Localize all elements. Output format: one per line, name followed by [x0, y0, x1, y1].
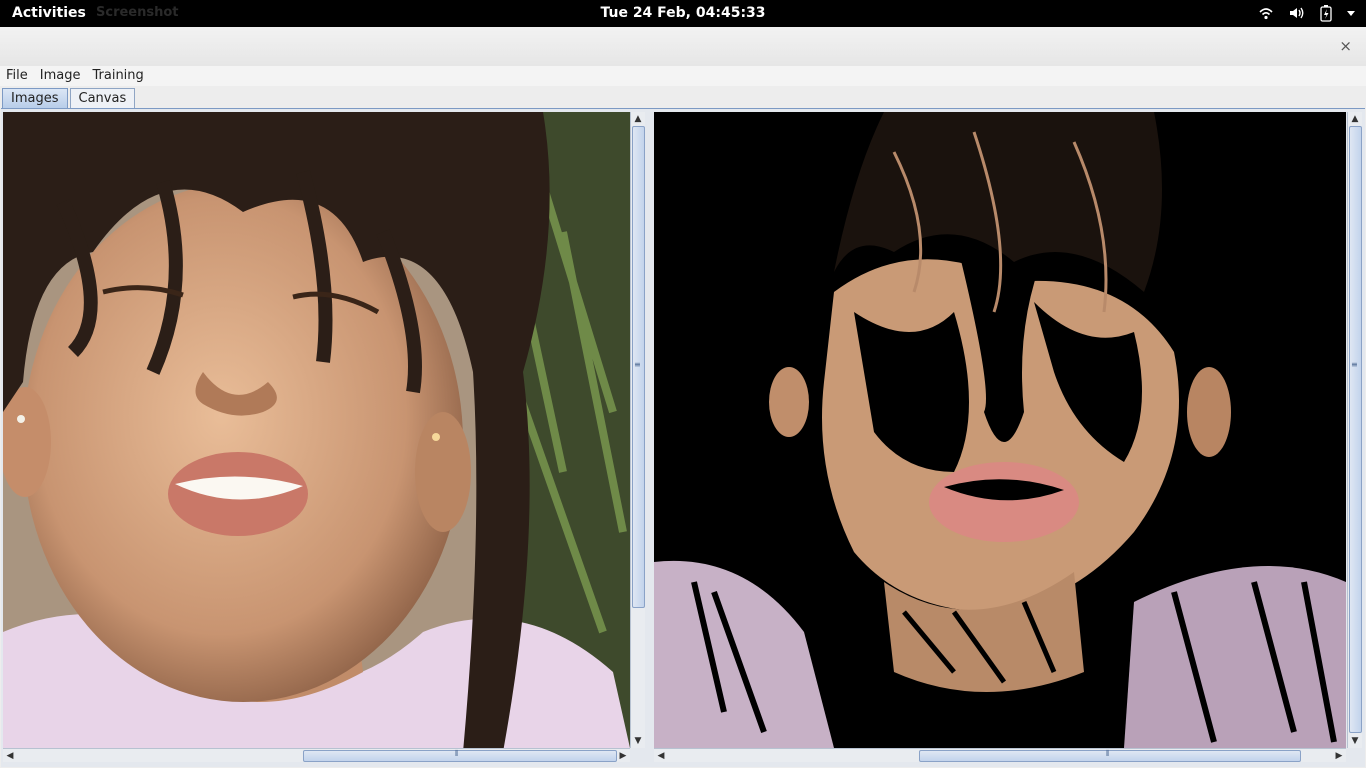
left-horizontal-scrollbar[interactable]: ◀ ⦀ ▶ — [3, 748, 630, 762]
tab-strip: Images Canvas — [2, 88, 137, 108]
grip-icon: ⦀ — [1106, 749, 1110, 758]
battery-icon — [1320, 4, 1332, 22]
system-tray[interactable] — [1258, 4, 1356, 22]
segmented-image — [654, 112, 1346, 748]
left-vertical-scrollbar[interactable]: ▲ ≡ ▼ — [630, 112, 645, 748]
scroll-thumb[interactable] — [1349, 126, 1362, 733]
volume-icon — [1288, 5, 1306, 21]
activities-button[interactable]: Activities — [12, 5, 86, 21]
scroll-thumb[interactable] — [303, 750, 617, 762]
grip-icon: ⦀ — [455, 749, 459, 758]
app-menu[interactable]: Screenshot — [96, 5, 179, 20]
chevron-down-icon[interactable] — [1346, 8, 1356, 18]
grip-icon: ≡ — [634, 360, 641, 369]
top-panel: Activities Screenshot Tue 24 Feb, 04:45:… — [0, 0, 1366, 27]
menubar: File Image Training — [0, 66, 1366, 86]
scroll-left-icon[interactable]: ◀ — [654, 749, 668, 763]
scroll-down-icon[interactable]: ▼ — [631, 734, 645, 748]
menu-file[interactable]: File — [0, 66, 34, 85]
scroll-thumb[interactable] — [919, 750, 1301, 762]
scroll-right-icon[interactable]: ▶ — [1332, 749, 1346, 763]
tab-images[interactable]: Images — [2, 88, 68, 108]
original-image-pane[interactable] — [3, 112, 630, 748]
window-titlebar[interactable]: × — [0, 27, 1366, 67]
menu-training[interactable]: Training — [86, 66, 149, 85]
tab-canvas[interactable]: Canvas — [69, 88, 136, 108]
wifi-icon — [1258, 5, 1274, 21]
right-vertical-scrollbar[interactable]: ▲ ≡ ▼ — [1347, 112, 1362, 748]
original-image — [3, 112, 630, 748]
segmented-image-pane[interactable] — [654, 112, 1346, 748]
menu-image[interactable]: Image — [34, 66, 87, 85]
scroll-down-icon[interactable]: ▼ — [1348, 734, 1362, 748]
scroll-up-icon[interactable]: ▲ — [631, 112, 645, 126]
scroll-up-icon[interactable]: ▲ — [1348, 112, 1362, 126]
close-icon[interactable]: × — [1339, 37, 1352, 55]
right-horizontal-scrollbar[interactable]: ◀ ⦀ ▶ — [654, 748, 1346, 762]
clock[interactable]: Tue 24 Feb, 04:45:33 — [0, 5, 1366, 21]
scroll-left-icon[interactable]: ◀ — [3, 749, 17, 763]
grip-icon: ≡ — [1351, 360, 1358, 369]
scroll-right-icon[interactable]: ▶ — [616, 749, 630, 763]
